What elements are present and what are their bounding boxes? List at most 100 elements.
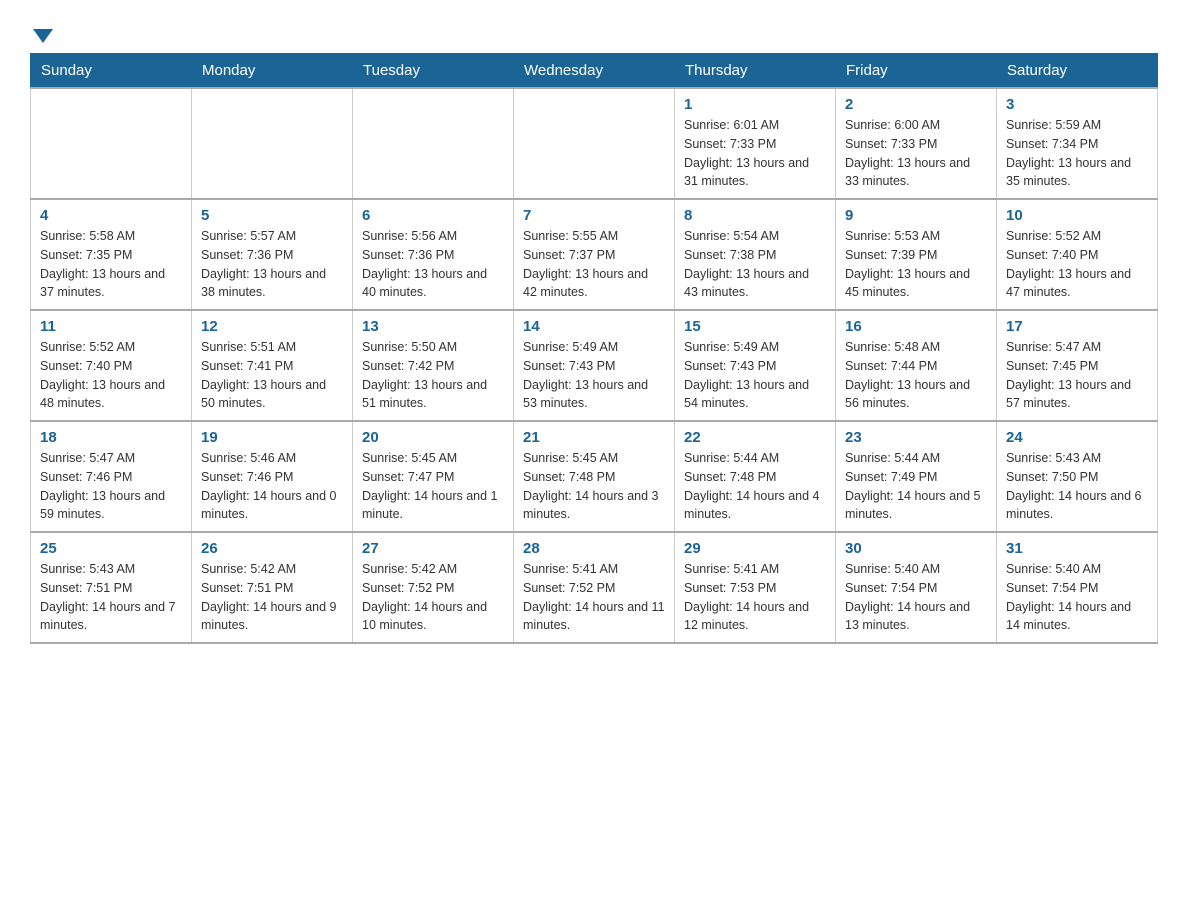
calendar-cell: 7 Sunrise: 5:55 AMSunset: 7:37 PMDaylight… [514,199,675,310]
day-of-week-header: Tuesday [353,54,514,89]
day-info: Sunrise: 5:41 AMSunset: 7:52 PMDaylight:… [523,560,665,635]
day-info: Sunrise: 5:59 AMSunset: 7:34 PMDaylight:… [1006,116,1148,191]
day-number: 16 [845,318,987,335]
day-info: Sunrise: 5:43 AMSunset: 7:50 PMDaylight:… [1006,449,1148,524]
calendar-week-row: 4 Sunrise: 5:58 AMSunset: 7:35 PMDaylight… [31,199,1158,310]
day-number: 5 [201,207,343,224]
day-number: 27 [362,540,504,557]
calendar-cell: 23 Sunrise: 5:44 AMSunset: 7:49 PMDayligh… [836,421,997,532]
calendar-cell: 27 Sunrise: 5:42 AMSunset: 7:52 PMDayligh… [353,532,514,643]
day-number: 17 [1006,318,1148,335]
day-info: Sunrise: 5:57 AMSunset: 7:36 PMDaylight:… [201,227,343,302]
calendar-cell: 22 Sunrise: 5:44 AMSunset: 7:48 PMDayligh… [675,421,836,532]
calendar-week-row: 1 Sunrise: 6:01 AMSunset: 7:33 PMDaylight… [31,88,1158,199]
calendar-cell: 17 Sunrise: 5:47 AMSunset: 7:45 PMDayligh… [997,310,1158,421]
calendar-cell: 9Sunrise: 5:53 AMSunset: 7:39 PMDaylight… [836,199,997,310]
calendar-cell: 11 Sunrise: 5:52 AMSunset: 7:40 PMDayligh… [31,310,192,421]
day-info: Sunrise: 5:54 AMSunset: 7:38 PMDaylight:… [684,227,826,302]
day-info: Sunrise: 5:46 AMSunset: 7:46 PMDaylight:… [201,449,343,524]
day-of-week-header: Saturday [997,54,1158,89]
day-info: Sunrise: 5:42 AMSunset: 7:51 PMDaylight:… [201,560,343,635]
day-info: Sunrise: 5:53 AMSunset: 7:39 PMDaylight:… [845,227,987,302]
calendar-cell: 4 Sunrise: 5:58 AMSunset: 7:35 PMDaylight… [31,199,192,310]
calendar-cell: 2 Sunrise: 6:00 AMSunset: 7:33 PMDaylight… [836,88,997,199]
day-number: 21 [523,429,665,446]
day-number: 8 [684,207,826,224]
calendar-week-row: 18Sunrise: 5:47 AMSunset: 7:46 PMDayligh… [31,421,1158,532]
day-info: Sunrise: 6:01 AMSunset: 7:33 PMDaylight:… [684,116,826,191]
day-number: 1 [684,96,826,113]
logo-arrow-icon [33,29,53,43]
day-info: Sunrise: 5:43 AMSunset: 7:51 PMDaylight:… [40,560,182,635]
day-of-week-header: Thursday [675,54,836,89]
calendar-cell: 28Sunrise: 5:41 AMSunset: 7:52 PMDayligh… [514,532,675,643]
calendar-cell: 29 Sunrise: 5:41 AMSunset: 7:53 PMDayligh… [675,532,836,643]
day-of-week-header: Sunday [31,54,192,89]
calendar-cell: 14 Sunrise: 5:49 AMSunset: 7:43 PMDayligh… [514,310,675,421]
day-info: Sunrise: 5:52 AMSunset: 7:40 PMDaylight:… [1006,227,1148,302]
page-header [30,20,1158,43]
day-info: Sunrise: 5:50 AMSunset: 7:42 PMDaylight:… [362,338,504,413]
day-info: Sunrise: 5:52 AMSunset: 7:40 PMDaylight:… [40,338,182,413]
day-of-week-header: Friday [836,54,997,89]
calendar-cell: 15 Sunrise: 5:49 AMSunset: 7:43 PMDayligh… [675,310,836,421]
calendar-cell: 18Sunrise: 5:47 AMSunset: 7:46 PMDayligh… [31,421,192,532]
day-info: Sunrise: 5:40 AMSunset: 7:54 PMDaylight:… [1006,560,1148,635]
calendar-cell: 20 Sunrise: 5:45 AMSunset: 7:47 PMDayligh… [353,421,514,532]
day-info: Sunrise: 5:45 AMSunset: 7:47 PMDaylight:… [362,449,504,524]
calendar-cell: 19 Sunrise: 5:46 AMSunset: 7:46 PMDayligh… [192,421,353,532]
day-info: Sunrise: 5:49 AMSunset: 7:43 PMDaylight:… [684,338,826,413]
calendar-cell: 31 Sunrise: 5:40 AMSunset: 7:54 PMDayligh… [997,532,1158,643]
day-info: Sunrise: 5:42 AMSunset: 7:52 PMDaylight:… [362,560,504,635]
calendar-week-row: 11 Sunrise: 5:52 AMSunset: 7:40 PMDayligh… [31,310,1158,421]
day-info: Sunrise: 5:41 AMSunset: 7:53 PMDaylight:… [684,560,826,635]
day-number: 11 [40,318,182,335]
day-number: 3 [1006,96,1148,113]
day-number: 14 [523,318,665,335]
calendar-cell: 16Sunrise: 5:48 AMSunset: 7:44 PMDayligh… [836,310,997,421]
calendar-cell: 24 Sunrise: 5:43 AMSunset: 7:50 PMDayligh… [997,421,1158,532]
calendar-cell [353,88,514,199]
day-info: Sunrise: 5:44 AMSunset: 7:48 PMDaylight:… [684,449,826,524]
day-number: 6 [362,207,504,224]
day-number: 26 [201,540,343,557]
day-of-week-header: Wednesday [514,54,675,89]
day-info: Sunrise: 6:00 AMSunset: 7:33 PMDaylight:… [845,116,987,191]
day-info: Sunrise: 5:58 AMSunset: 7:35 PMDaylight:… [40,227,182,302]
day-number: 13 [362,318,504,335]
day-number: 30 [845,540,987,557]
day-number: 2 [845,96,987,113]
day-number: 19 [201,429,343,446]
calendar-cell [192,88,353,199]
logo [30,20,53,43]
day-info: Sunrise: 5:45 AMSunset: 7:48 PMDaylight:… [523,449,665,524]
calendar-cell: 10 Sunrise: 5:52 AMSunset: 7:40 PMDayligh… [997,199,1158,310]
day-number: 25 [40,540,182,557]
day-number: 7 [523,207,665,224]
day-number: 10 [1006,207,1148,224]
day-number: 20 [362,429,504,446]
day-number: 29 [684,540,826,557]
day-info: Sunrise: 5:47 AMSunset: 7:45 PMDaylight:… [1006,338,1148,413]
day-info: Sunrise: 5:47 AMSunset: 7:46 PMDaylight:… [40,449,182,524]
calendar-cell [31,88,192,199]
day-info: Sunrise: 5:55 AMSunset: 7:37 PMDaylight:… [523,227,665,302]
calendar-cell: 30Sunrise: 5:40 AMSunset: 7:54 PMDayligh… [836,532,997,643]
calendar-header-row: SundayMondayTuesdayWednesdayThursdayFrid… [31,54,1158,89]
day-number: 4 [40,207,182,224]
day-info: Sunrise: 5:44 AMSunset: 7:49 PMDaylight:… [845,449,987,524]
day-of-week-header: Monday [192,54,353,89]
day-number: 15 [684,318,826,335]
day-number: 12 [201,318,343,335]
day-number: 22 [684,429,826,446]
day-number: 31 [1006,540,1148,557]
day-info: Sunrise: 5:56 AMSunset: 7:36 PMDaylight:… [362,227,504,302]
calendar-cell: 21 Sunrise: 5:45 AMSunset: 7:48 PMDayligh… [514,421,675,532]
day-info: Sunrise: 5:49 AMSunset: 7:43 PMDaylight:… [523,338,665,413]
calendar-cell: 12 Sunrise: 5:51 AMSunset: 7:41 PMDayligh… [192,310,353,421]
calendar-cell [514,88,675,199]
calendar-cell: 8 Sunrise: 5:54 AMSunset: 7:38 PMDaylight… [675,199,836,310]
day-info: Sunrise: 5:51 AMSunset: 7:41 PMDaylight:… [201,338,343,413]
day-number: 23 [845,429,987,446]
day-number: 24 [1006,429,1148,446]
